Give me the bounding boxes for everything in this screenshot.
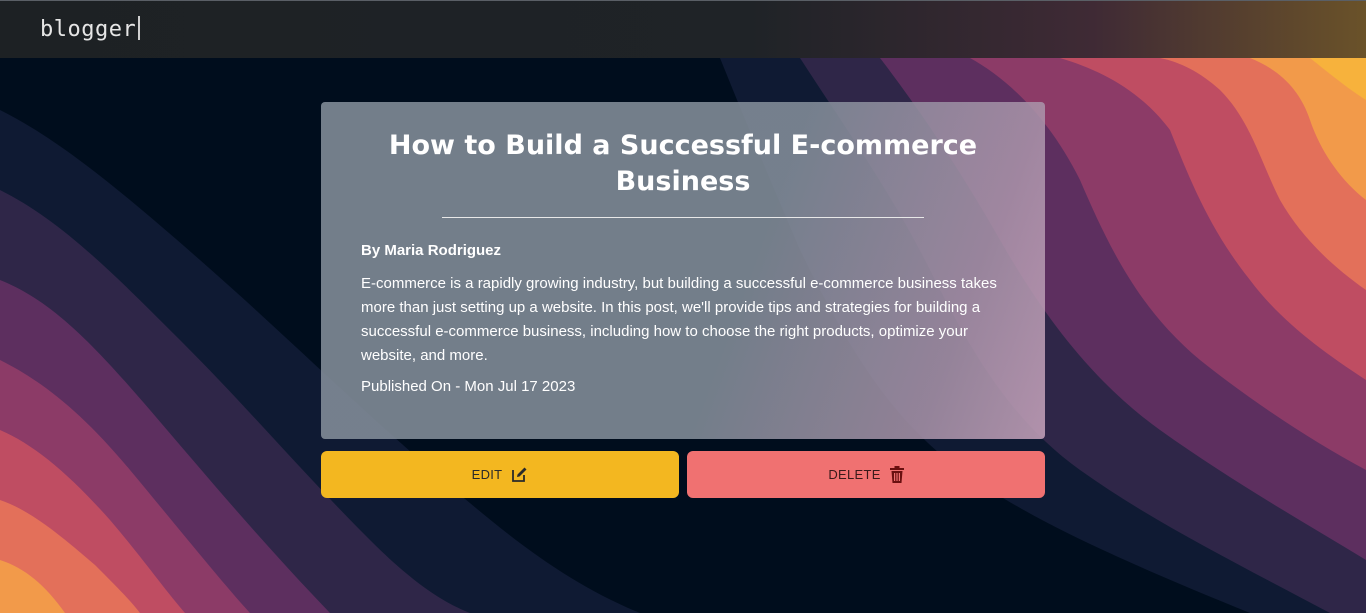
post-author: By Maria Rodriguez: [361, 242, 502, 259]
edit-icon: [511, 466, 528, 483]
trash-icon: [889, 466, 904, 483]
brand-text: blogger: [40, 17, 137, 42]
post-title: How to Build a Successful E-commerce Bus…: [388, 130, 978, 197]
page: blogger How to Build a Successful E-comm…: [0, 0, 1366, 613]
edit-button-label: EDIT: [471, 467, 503, 482]
navbar: blogger: [0, 0, 1366, 58]
title-divider: [442, 217, 924, 218]
cursor-caret: [138, 16, 141, 40]
post-body: E-commerce is a rapidly growing industry…: [361, 275, 997, 364]
brand-logo[interactable]: blogger: [40, 16, 141, 42]
edit-button[interactable]: EDIT: [321, 451, 679, 498]
delete-button[interactable]: DELETE: [687, 451, 1045, 498]
post-published-date: Published On - Mon Jul 17 2023: [361, 378, 576, 395]
delete-button-label: DELETE: [828, 467, 881, 482]
post-card: How to Build a Successful E-commerce Bus…: [321, 102, 1045, 439]
